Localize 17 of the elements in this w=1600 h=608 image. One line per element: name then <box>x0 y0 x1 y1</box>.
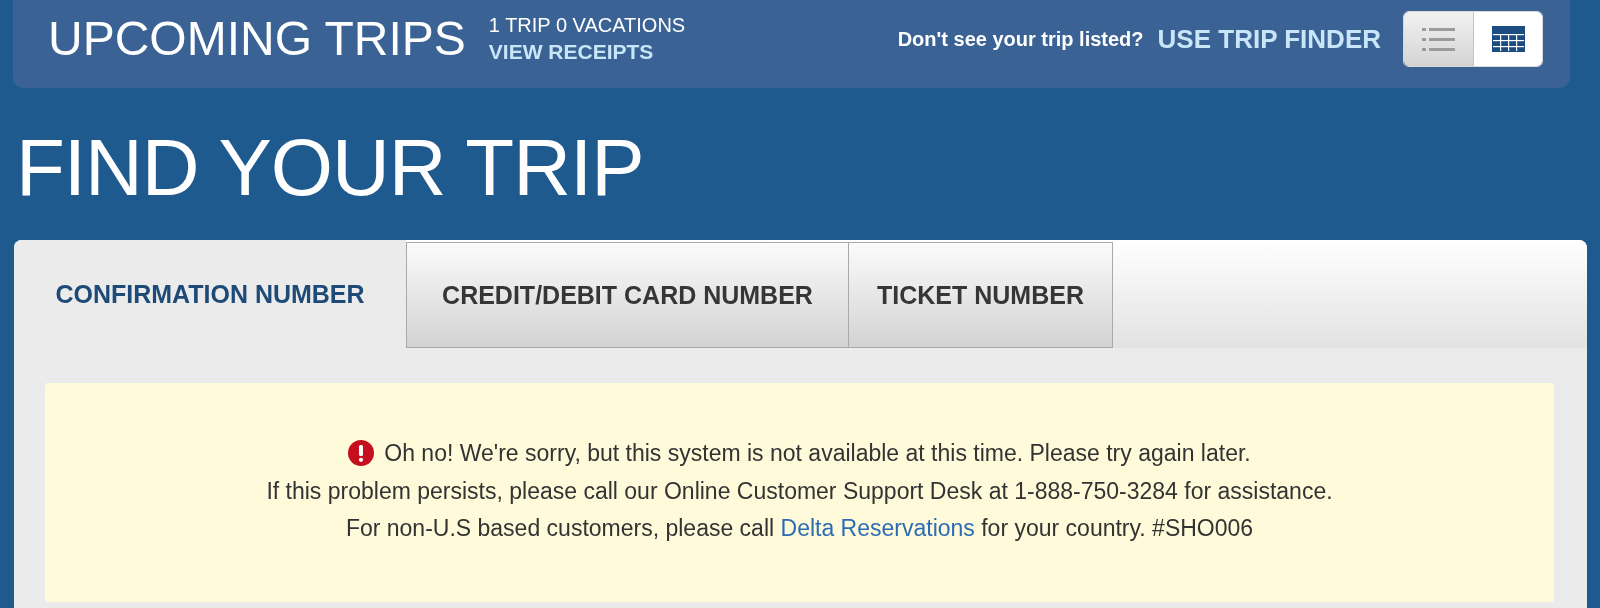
trip-finder-link[interactable]: USE TRIP FINDER <box>1157 23 1381 55</box>
grid-view-button[interactable] <box>1473 12 1542 66</box>
trip-counts: 1 TRIP 0 VACATIONS <box>488 13 686 38</box>
error-message: Oh no! We're sorry, but this system is not available at this time. Please try again later. <box>384 440 1251 466</box>
trip-finder-prompt: Don't see your trip listed? <box>897 27 1144 51</box>
error-message: For non-U.S based customers, please call Delta Reservations for your country. #SHO006 <box>345 515 1254 541</box>
upcoming-trips-title: UPCOMING TRIPS <box>48 15 466 63</box>
page-title: FIND YOUR TRIP <box>16 122 644 214</box>
view-receipts-link[interactable]: VIEW RECEIPTS <box>488 38 654 66</box>
error-icon <box>348 440 375 466</box>
search-method-tab[interactable]: CONFIRMATION NUMBER <box>14 240 406 348</box>
search-method-tab[interactable]: TICKET NUMBER <box>848 242 1113 348</box>
error-message: If this problem persists, please call our Online Customer Support Desk at 1-888-750-3284 for assistance. <box>266 477 1333 504</box>
search-method-tab[interactable]: CREDIT/DEBIT CARD NUMBER <box>406 242 849 348</box>
grid-icon <box>1491 26 1525 52</box>
reservations-link[interactable]: Delta Reservations <box>780 515 975 541</box>
list-icon <box>1422 26 1455 52</box>
